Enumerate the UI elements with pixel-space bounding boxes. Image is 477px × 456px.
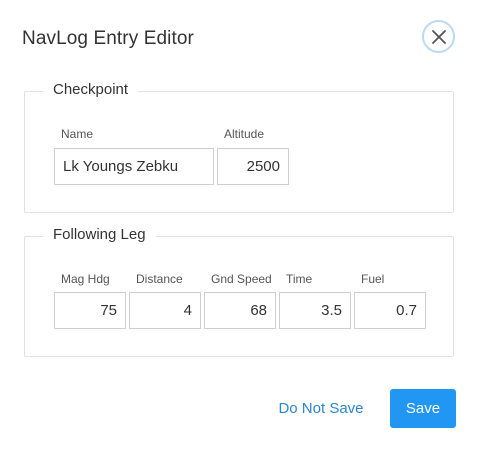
dialog-title: NavLog Entry Editor (22, 28, 194, 49)
close-button[interactable] (422, 20, 455, 53)
time-label: Time (286, 272, 313, 286)
save-button[interactable]: Save (390, 389, 456, 428)
mag-hdg-label: Mag Hdg (61, 272, 110, 286)
checkpoint-legend: Checkpoint (43, 81, 139, 98)
distance-label: Distance (136, 272, 183, 286)
close-icon (431, 29, 446, 44)
gnd-speed-label: Gnd Speed (211, 272, 272, 286)
navlog-entry-dialog: NavLog Entry Editor Checkpoint Name Alti… (0, 0, 477, 456)
do-not-save-button[interactable]: Do Not Save (266, 390, 376, 428)
name-field[interactable] (54, 148, 214, 185)
fuel-label: Fuel (361, 272, 385, 286)
altitude-label: Altitude (224, 127, 265, 141)
following-leg-group: Following Leg Mag Hdg Distance Gnd Speed… (24, 226, 454, 357)
time-field[interactable] (279, 292, 351, 329)
gnd-speed-field[interactable] (204, 292, 276, 329)
checkpoint-group: Checkpoint Name Altitude (24, 81, 454, 213)
mag-hdg-field[interactable] (54, 292, 126, 329)
distance-field[interactable] (129, 292, 201, 329)
fuel-field[interactable] (354, 292, 426, 329)
name-label: Name (61, 127, 94, 141)
following-leg-legend: Following Leg (43, 226, 156, 243)
altitude-field[interactable] (217, 148, 289, 185)
